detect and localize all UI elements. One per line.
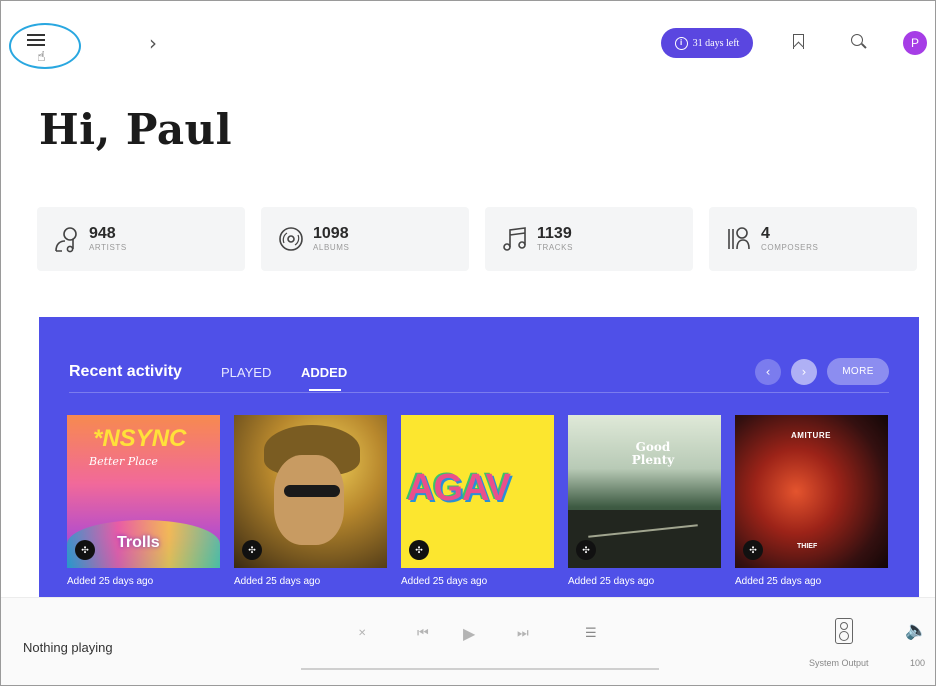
album-card[interactable]: *NSYNC Better Place Trolls ✣ Added 25 da… <box>67 415 220 587</box>
tidal-icon: ✣ <box>242 540 262 560</box>
now-playing-label: Nothing playing <box>23 640 113 655</box>
output-device-label: System Output <box>809 658 869 668</box>
stat-tracks[interactable]: 1139 TRACKS <box>485 207 693 271</box>
stat-artists[interactable]: 948 ARTISTS <box>37 207 245 271</box>
cover-text: AGAV <box>407 467 511 509</box>
top-bar: ☝ › i 31 days left P <box>1 1 935 81</box>
tidal-icon: ✣ <box>743 540 763 560</box>
player-bar: Nothing playing ✕ ⏮ ▶ ⏭ ☰ System Output … <box>1 597 935 685</box>
cover-art-decoration <box>568 510 721 568</box>
album-cover[interactable]: ✣ <box>234 415 387 568</box>
album-cover[interactable]: AMITURE THIEF ✣ <box>735 415 888 568</box>
album-disc-icon <box>279 227 303 251</box>
shuffle-icon[interactable]: ✕ <box>358 628 366 639</box>
stat-count: 1098 <box>313 225 349 242</box>
forward-arrow-icon[interactable]: › <box>149 31 157 55</box>
stat-label: ARTISTS <box>89 243 127 252</box>
speaker-output-icon[interactable] <box>835 618 853 644</box>
tidal-icon: ✣ <box>409 540 429 560</box>
artist-icon <box>55 227 77 253</box>
album-card[interactable]: Good Plenty ✣ Added 25 days ago <box>568 415 721 587</box>
stat-albums[interactable]: 1098 ALBUMS <box>261 207 469 271</box>
search-icon[interactable] <box>851 34 863 46</box>
cover-bottom-text: THIEF <box>797 543 818 550</box>
next-track-icon[interactable]: ⏭ <box>517 626 529 641</box>
stat-label: ALBUMS <box>313 243 350 252</box>
album-added-date: Added 25 days ago <box>568 576 655 587</box>
carousel-prev-button[interactable]: ‹ <box>755 359 781 385</box>
tidal-icon: ✣ <box>75 540 95 560</box>
library-stats: 948 ARTISTS 1098 ALBUMS 1139 TRACKS 4 CO… <box>37 207 935 271</box>
volume-icon[interactable]: 🔈 <box>905 620 927 641</box>
cover-text: Good Plenty <box>631 440 675 467</box>
album-card[interactable]: AGAV ✣ Added 25 days ago <box>401 415 554 587</box>
cover-art-decoration <box>284 485 340 497</box>
play-icon[interactable]: ▶ <box>463 624 475 643</box>
cover-subtext: Better Place <box>89 455 158 468</box>
album-cover[interactable]: AGAV ✣ <box>401 415 554 568</box>
album-card[interactable]: ✣ Added 25 days ago <box>234 415 387 587</box>
divider <box>69 392 889 393</box>
album-added-date: Added 25 days ago <box>67 576 154 587</box>
trial-badge-label: 31 days left <box>692 37 740 49</box>
queue-icon[interactable]: ☰ <box>585 626 597 641</box>
album-added-date: Added 25 days ago <box>401 576 488 587</box>
recent-activity-title: Recent activity <box>69 363 182 380</box>
stat-count: 1139 <box>537 225 572 242</box>
stat-count: 948 <box>89 225 116 242</box>
cover-bottom-text: Trolls <box>117 534 160 551</box>
recent-activity-panel: Recent activity PLAYED ADDED ‹ › MORE *N… <box>39 317 919 597</box>
bookmark-icon[interactable] <box>793 34 804 49</box>
album-carousel: *NSYNC Better Place Trolls ✣ Added 25 da… <box>67 415 888 587</box>
cover-text: AMITURE <box>791 431 831 440</box>
tidal-icon: ✣ <box>576 540 596 560</box>
info-icon: i <box>674 36 688 50</box>
hand-cursor-icon: ☝ <box>37 49 46 65</box>
composer-icon <box>728 227 750 250</box>
stat-label: COMPOSERS <box>761 243 819 252</box>
album-card[interactable]: AMITURE THIEF ✣ Added 25 days ago <box>735 415 888 587</box>
carousel-next-button[interactable]: › <box>791 359 817 385</box>
tab-added[interactable]: ADDED <box>301 365 347 380</box>
album-added-date: Added 25 days ago <box>234 576 321 587</box>
album-cover[interactable]: *NSYNC Better Place Trolls ✣ <box>67 415 220 568</box>
cover-art-decoration <box>274 455 344 545</box>
album-added-date: Added 25 days ago <box>735 576 822 587</box>
page-title: Hi, Paul <box>39 105 233 154</box>
trial-days-badge[interactable]: i 31 days left <box>661 28 753 58</box>
playback-progress-bar[interactable] <box>301 668 659 670</box>
stat-composers[interactable]: 4 COMPOSERS <box>709 207 917 271</box>
volume-level: 100 <box>910 658 926 668</box>
music-note-icon <box>503 227 526 251</box>
active-tab-indicator <box>309 389 341 391</box>
app-window: ☝ › i 31 days left P Hi, Paul 948 ARTIST… <box>0 0 936 686</box>
avatar[interactable]: P <box>903 31 927 55</box>
more-button[interactable]: MORE <box>827 358 889 385</box>
stat-label: TRACKS <box>537 243 574 252</box>
tab-played[interactable]: PLAYED <box>221 365 271 380</box>
cover-text: *NSYNC <box>93 425 187 452</box>
previous-track-icon[interactable]: ⏮ <box>417 626 429 641</box>
album-cover[interactable]: Good Plenty ✣ <box>568 415 721 568</box>
stat-count: 4 <box>761 225 770 242</box>
